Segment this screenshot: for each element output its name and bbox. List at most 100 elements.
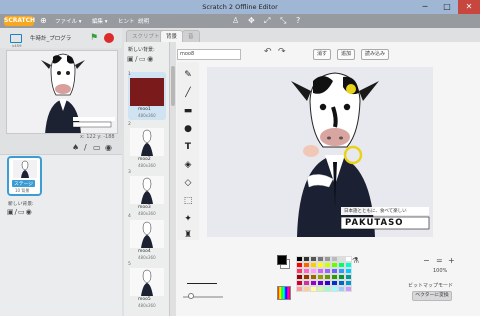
rectangle-tool-icon[interactable]: ▬ <box>179 102 197 120</box>
backdrop-size: 480x360 <box>138 113 156 118</box>
color-swatch[interactable] <box>317 286 324 292</box>
backdrop-number: 5 <box>128 262 131 267</box>
zoom-out-button[interactable]: − <box>423 256 430 265</box>
minimize-button[interactable]: ─ <box>414 0 436 14</box>
backdrop-number: 4 <box>128 214 131 219</box>
tab-sounds[interactable]: 音 <box>182 30 200 42</box>
backdrop-name: moo5 <box>138 297 151 302</box>
backdrop-name: moo4 <box>138 249 151 254</box>
backdrop-size: 480x360 <box>138 255 156 260</box>
stamp-tool-icon[interactable]: ♜ <box>179 226 197 244</box>
zoom-reset-button[interactable]: = <box>436 256 443 265</box>
help-icon[interactable]: ? <box>296 16 300 26</box>
backdrop-name: moo3 <box>138 205 151 210</box>
stage-thumbnail[interactable]: ステージ 10 背景 <box>7 156 42 196</box>
stage-header: v459 牛時計_プログラ ⚑ <box>0 28 122 48</box>
new-backdrop-label: 新しい背景: <box>8 202 34 207</box>
backdrop-name-input[interactable]: moo8 <box>177 49 241 60</box>
tab-backdrops[interactable]: 背景 <box>160 30 184 42</box>
new-backdrop-header: 新しい背景: <box>128 47 155 53</box>
bitmap-mode-label: ビットマップモード <box>408 283 454 289</box>
select-tool-icon[interactable]: ⬚ <box>179 192 197 210</box>
watermark-caption: 日本語とともに、食べて楽しい <box>344 209 407 214</box>
watermark-brand: PAKUTASO <box>345 218 404 228</box>
editor-tabs: スクリプト 背景 音 <box>122 28 480 42</box>
choose-backdrop-icon[interactable]: ♠ <box>72 143 79 152</box>
ellipse-tool-icon[interactable]: ● <box>179 120 197 138</box>
version-label: v459 <box>12 43 22 48</box>
shrink-icon[interactable]: ⤡ <box>280 16 286 26</box>
green-flag-icon[interactable]: ⚑ <box>90 33 98 43</box>
primary-color[interactable] <box>277 255 287 265</box>
zoom-in-button[interactable]: + <box>448 256 455 265</box>
paint-brush-icon[interactable]: / <box>84 143 87 152</box>
menu-about[interactable]: 説明 <box>138 17 149 25</box>
color-spectrum[interactable] <box>277 286 291 300</box>
camera-icon[interactable]: ◉ <box>105 143 112 152</box>
text-tool-icon[interactable]: T <box>179 138 197 156</box>
backdrop-thumbnail <box>130 268 164 296</box>
upload-folder-icon[interactable]: ▭ <box>93 143 101 152</box>
backdrop-size: 480x360 <box>138 163 156 168</box>
color-swatch[interactable] <box>324 286 331 292</box>
backdrop-item[interactable]: 3 moo3 480x360 <box>128 170 166 218</box>
import-icon[interactable]: ▭ <box>139 55 147 63</box>
backdrop-number: 3 <box>128 170 131 175</box>
brush-size-knob[interactable] <box>188 293 194 299</box>
camera-icon[interactable]: ◉ <box>26 208 33 216</box>
stage-canvas[interactable] <box>6 50 118 134</box>
add-button[interactable]: 追加 <box>337 49 355 60</box>
stamp-icon[interactable]: ✥ <box>248 16 255 26</box>
project-title-input[interactable]: 牛時計_プログラ <box>30 34 86 44</box>
convert-to-vector-button[interactable]: ベクターに変換 <box>412 291 452 301</box>
maximize-button[interactable]: □ <box>436 0 458 14</box>
zoom-level: 100% <box>433 268 448 274</box>
landscape-icon[interactable]: ▣ <box>7 208 15 216</box>
backdrop-item[interactable]: 2 moo2 480x360 <box>128 122 166 170</box>
close-button[interactable]: ✕ <box>458 0 480 14</box>
scrollbar-thumb[interactable] <box>171 66 175 106</box>
globe-icon[interactable]: ⊕ <box>40 16 47 26</box>
camera-icon[interactable]: ◉ <box>147 55 155 63</box>
eyedropper-icon[interactable]: ⚗ <box>352 256 359 265</box>
backdrop-thumbnail <box>130 128 164 156</box>
clear-button[interactable]: 消す <box>313 49 331 60</box>
person-icon[interactable]: ♙ <box>232 16 239 26</box>
grow-icon[interactable]: ⤢ <box>264 16 270 26</box>
new-backdrop-tools: ▣/▭◉ <box>7 208 33 216</box>
stop-icon[interactable] <box>104 33 114 43</box>
brush-tool-icon[interactable]: ✎ <box>179 66 197 84</box>
backdrop-item[interactable]: 1 moo1 480x360 <box>128 72 166 120</box>
fill-tool-icon[interactable]: ◈ <box>179 156 197 174</box>
new-sprite-toolbar: ♠ / ▭ ◉ <box>0 141 122 154</box>
drawing-canvas[interactable]: 日本語とともに、食べて楽しい PAKUTASO <box>207 67 433 237</box>
color-swatch[interactable] <box>345 286 352 292</box>
menu-edit[interactable]: 編集 ▾ <box>92 17 108 25</box>
color-swatch[interactable] <box>331 286 338 292</box>
eraser-tool-icon[interactable]: ◇ <box>179 174 197 192</box>
stage-label: ステージ <box>12 180 36 187</box>
scratch-logo[interactable]: SCRATCH <box>4 16 35 26</box>
backdrop-item[interactable]: 4 moo4 480x360 <box>128 214 166 262</box>
paint-toolbox: ✎ ╱ ▬ ● T ◈ ◇ ⬚ ✦ ♜ <box>177 62 199 240</box>
color-swatch[interactable] <box>310 286 317 292</box>
folder-icon[interactable]: ▭ <box>18 208 26 216</box>
fullscreen-icon[interactable] <box>10 34 22 43</box>
menu-file[interactable]: ファイル ▾ <box>55 17 82 25</box>
color-swatch[interactable] <box>296 286 303 292</box>
color-swatch[interactable] <box>338 286 345 292</box>
undo-button[interactable]: ↶ <box>264 47 272 57</box>
menu-tips[interactable]: ヒント <box>118 17 135 25</box>
menu-bar: SCRATCH ⊕ ファイル ▾ 編集 ▾ ヒント 説明 ♙ ✥ ⤢ ⤡ ? <box>0 14 480 28</box>
stage-thumbnail-image <box>13 160 37 178</box>
import-button[interactable]: 読み込み <box>361 49 389 60</box>
line-tool-icon[interactable]: ╱ <box>179 84 197 102</box>
backdrop-item[interactable]: 5 moo5 480x360 <box>128 262 166 310</box>
redo-button[interactable]: ↷ <box>278 47 286 57</box>
stage-picture <box>7 51 117 133</box>
backdrop-name: moo1 <box>138 107 151 112</box>
library-icon[interactable]: ▣ <box>127 55 135 63</box>
color-swatch[interactable] <box>303 286 310 292</box>
backdrop-number: 2 <box>128 122 131 127</box>
backdrop-source-tools: ▣/▭◉ <box>127 55 155 63</box>
